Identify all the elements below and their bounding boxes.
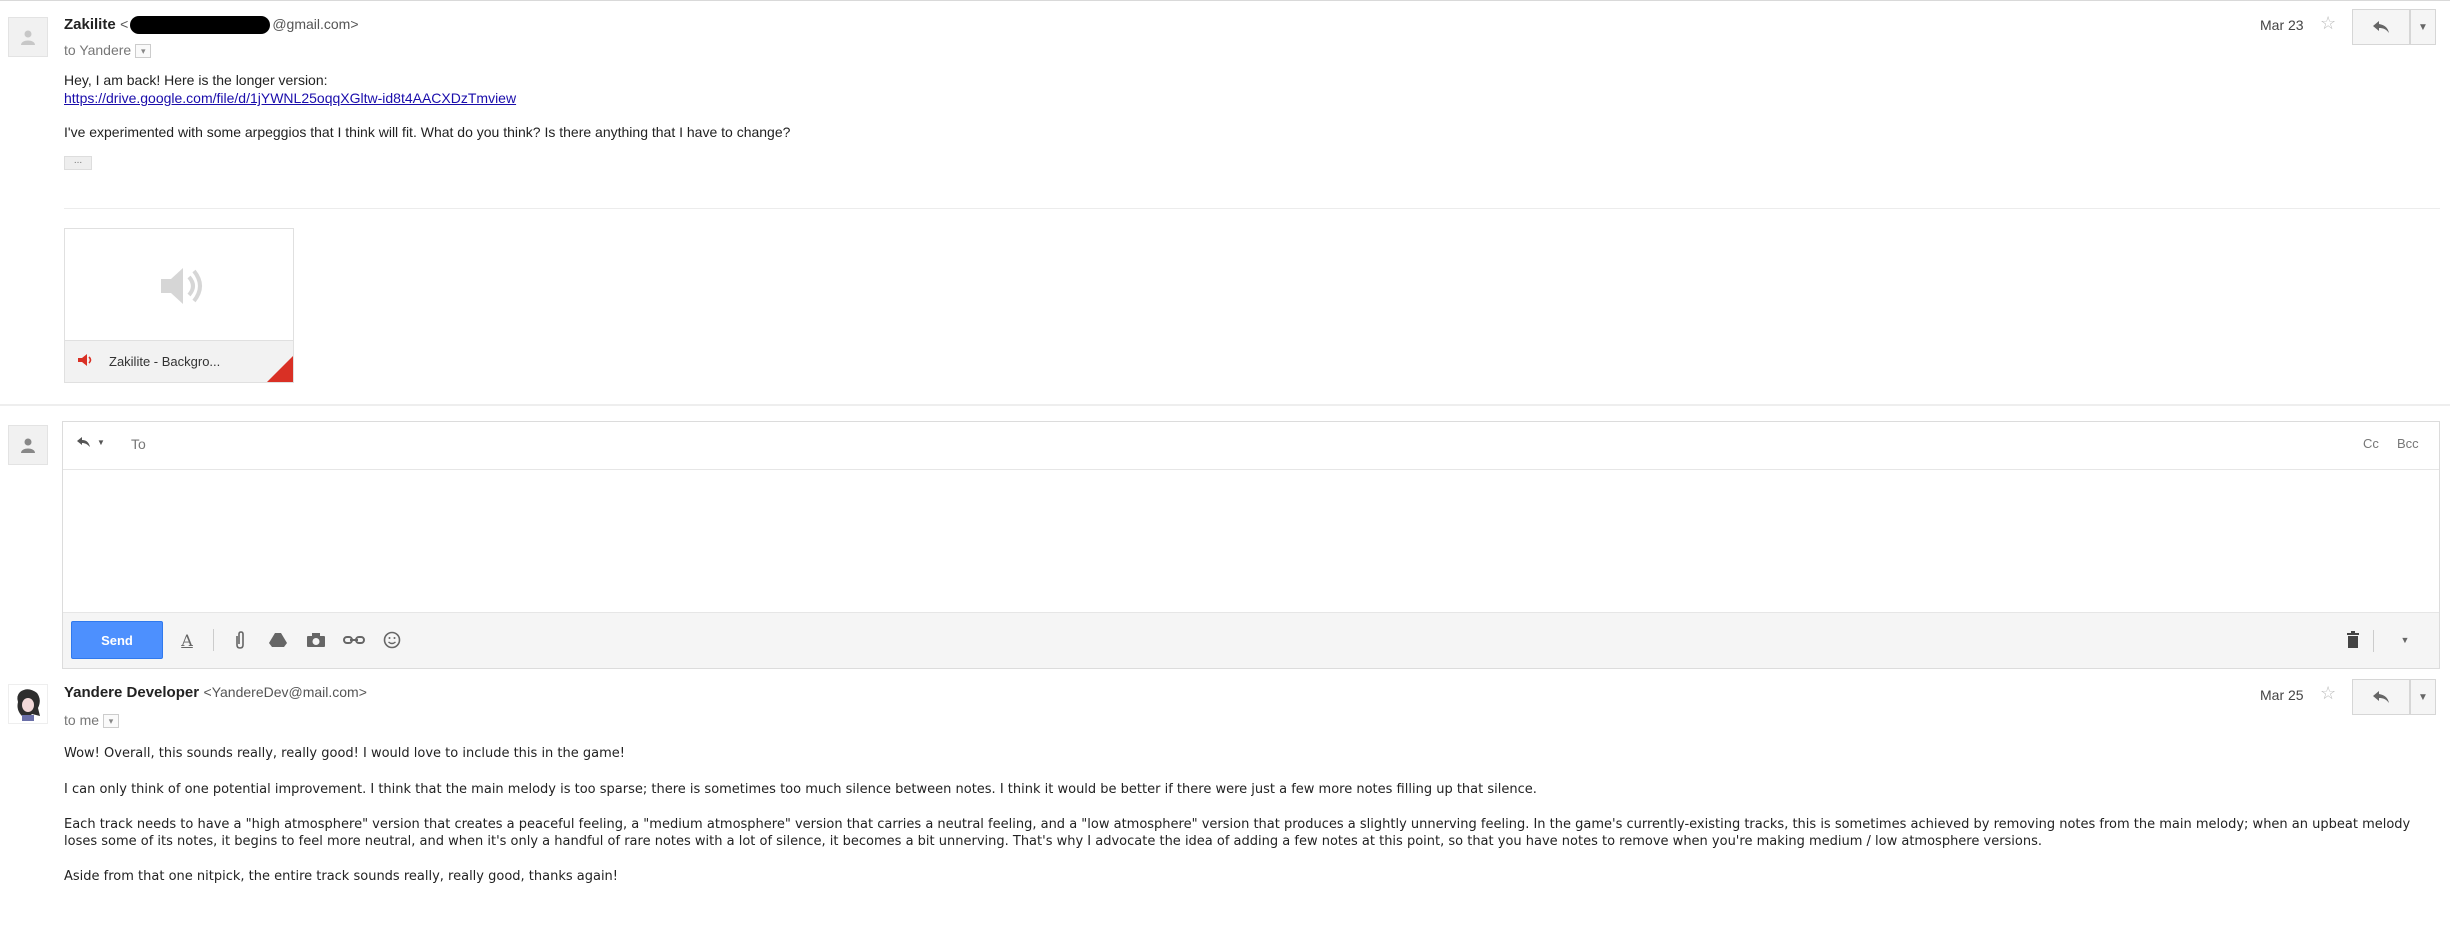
- reply-icon: [2373, 21, 2389, 33]
- formatting-tools: A: [175, 628, 404, 652]
- file-type-corner: [267, 356, 293, 382]
- message2-body: Wow! Overall, this sounds really, really…: [64, 745, 2424, 885]
- discard-draft-icon[interactable]: [2341, 628, 2365, 652]
- drive-icon[interactable]: [266, 628, 290, 652]
- compose-toolbar: Send A ▼: [63, 612, 2439, 668]
- more-options-button[interactable]: ▼: [2410, 9, 2436, 45]
- sender-avatar: [8, 684, 48, 724]
- message1-body-line1: Hey, I am back! Here is the longer versi…: [64, 72, 328, 88]
- attachment-divider: [64, 208, 2440, 209]
- details-toggle[interactable]: ▾: [103, 714, 120, 729]
- attachment-name: Zakilite - Backgro...: [109, 354, 221, 369]
- message2-header: Yandere Developer <YandereDev@mail.com>: [64, 684, 367, 702]
- more-options-button[interactable]: ▼: [2410, 679, 2436, 715]
- person-icon: [21, 438, 35, 453]
- top-border: [0, 0, 2450, 1]
- reply-button[interactable]: [2352, 9, 2410, 45]
- body-paragraph: Each track needs to have a "high atmosph…: [64, 817, 2411, 849]
- reply-icon: [2373, 691, 2389, 703]
- message1-header: Zakilite < @gmail.com>: [64, 16, 359, 35]
- reply-button[interactable]: [2352, 679, 2410, 715]
- reply-compose-box: ▼ To Cc Bcc Send A ▼: [62, 421, 2440, 669]
- sender-email: < @gmail.com>: [120, 16, 359, 35]
- emoji-icon[interactable]: [380, 628, 404, 652]
- formatting-options-icon[interactable]: A: [175, 628, 199, 652]
- star-icon[interactable]: ☆: [2320, 13, 2336, 34]
- camera-icon[interactable]: [304, 628, 328, 652]
- speaker-icon: [153, 259, 207, 318]
- body-paragraph: I can only think of one potential improv…: [64, 782, 1537, 797]
- to-input[interactable]: [163, 430, 2267, 462]
- star-icon[interactable]: ☆: [2320, 683, 2336, 704]
- insert-link-icon[interactable]: [342, 628, 366, 652]
- message-body-editor[interactable]: [63, 470, 2439, 613]
- reply-type-dropdown[interactable]: ▼: [77, 437, 105, 447]
- sender-email: <YandereDev@mail.com>: [203, 684, 367, 700]
- cc-link[interactable]: Cc: [2363, 436, 2379, 451]
- sender-name[interactable]: Zakilite: [64, 16, 116, 33]
- send-button[interactable]: Send: [71, 621, 163, 659]
- chevron-down-icon: ▼: [2418, 691, 2428, 703]
- toolbar-separator: [2373, 630, 2374, 652]
- message1-body-line2: I've experimented with some arpeggios th…: [64, 124, 791, 140]
- drive-link[interactable]: https://drive.google.com/file/d/1jYWNL25…: [64, 90, 516, 106]
- audio-file-icon: [77, 353, 95, 370]
- to-label: To: [131, 436, 146, 452]
- sender-avatar: [8, 17, 48, 57]
- compose-header: ▼ To Cc Bcc: [63, 422, 2439, 470]
- show-trimmed-button[interactable]: ...: [64, 156, 92, 170]
- body-paragraph: Wow! Overall, this sounds really, really…: [64, 746, 625, 761]
- chevron-down-icon: ▼: [2418, 21, 2428, 33]
- reply-icon: [77, 437, 90, 447]
- details-toggle[interactable]: ▾: [135, 44, 152, 59]
- profile-picture: [17, 689, 40, 721]
- section-divider: [0, 404, 2450, 406]
- bcc-link[interactable]: Bcc: [2397, 436, 2419, 451]
- chevron-down-icon: ▼: [97, 437, 105, 447]
- person-icon: [21, 30, 35, 45]
- attach-file-icon[interactable]: [228, 628, 252, 652]
- message-date: Mar 25: [2260, 687, 2304, 703]
- sender-name[interactable]: Yandere Developer: [64, 684, 199, 701]
- attachment-footer: Zakilite - Backgro...: [65, 340, 293, 382]
- recipient-line: to me ▾: [64, 712, 120, 729]
- body-paragraph: Aside from that one nitpick, the entire …: [64, 869, 619, 884]
- attachment-card[interactable]: Zakilite - Backgro...: [64, 228, 294, 383]
- my-avatar: [8, 425, 48, 465]
- message-date: Mar 23: [2260, 17, 2304, 33]
- toolbar-separator: [213, 629, 214, 651]
- recipient-line: to Yandere ▾: [64, 42, 152, 59]
- redaction-mark: [130, 16, 271, 35]
- more-compose-options-icon[interactable]: ▼: [2393, 628, 2417, 652]
